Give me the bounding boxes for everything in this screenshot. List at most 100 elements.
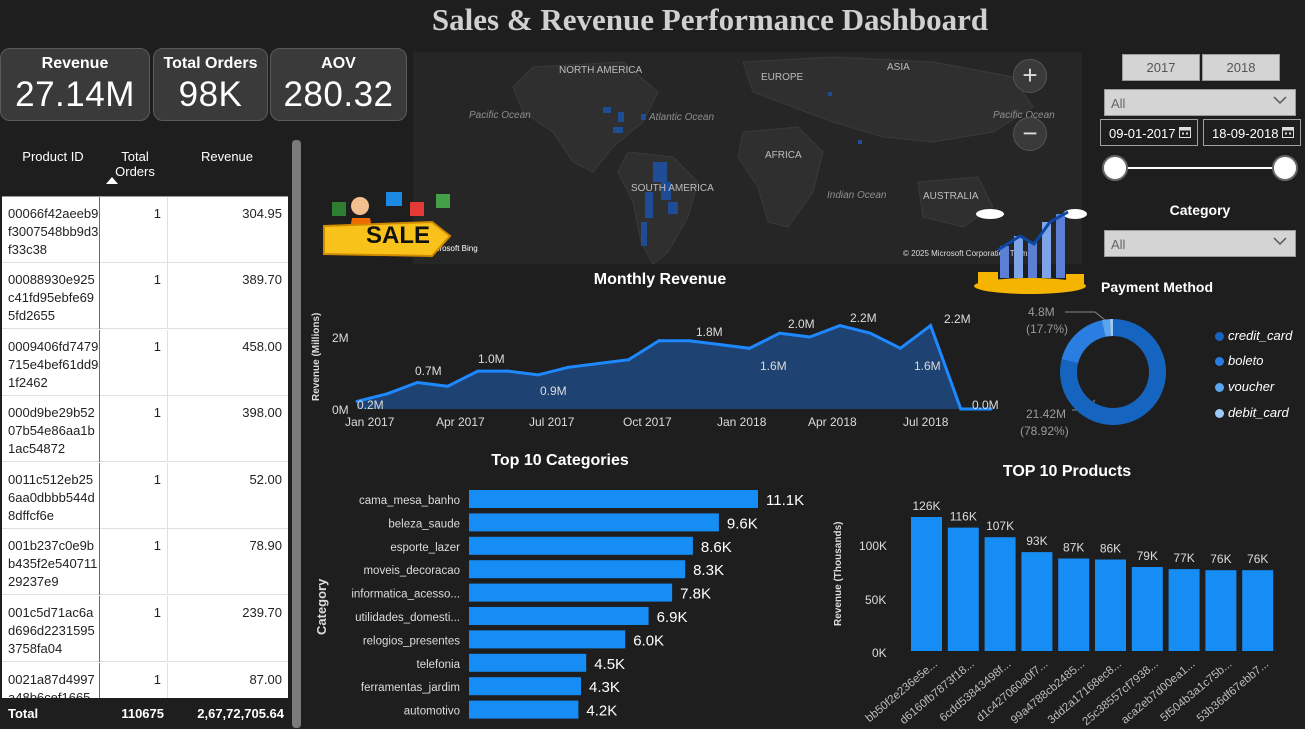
category-bar[interactable] — [469, 630, 626, 649]
map-zoom-in-button[interactable]: + — [1013, 59, 1047, 93]
table-row[interactable]: 001b237c0e9bb435f2e54071129237e9 1 78.90 — [2, 529, 288, 595]
category-label: moveis_decoracao — [363, 565, 460, 577]
monthly-data-point[interactable] — [868, 331, 872, 335]
monthly-data-point[interactable] — [446, 384, 450, 388]
table-row[interactable]: 00066f42aeeb9f3007548bb9d3f33c38 1 304.9… — [2, 197, 288, 263]
map-zoom-out-button[interactable]: − — [1013, 117, 1047, 151]
table-row[interactable]: 0011c512eb256aa0dbbb544d8dffcf6e 1 52.00 — [2, 463, 288, 529]
legend-boleto[interactable]: boleto — [1215, 353, 1263, 368]
monthly-data-point[interactable] — [898, 346, 902, 350]
category-bar[interactable] — [469, 677, 581, 696]
product-bar[interactable] — [1058, 558, 1090, 652]
sale-text: SALE — [366, 222, 431, 249]
category-bar[interactable] — [469, 700, 579, 719]
product-bar[interactable] — [984, 537, 1016, 651]
cell-product-id: 001c5d71ac6ad696d22315953758fa04 — [8, 605, 95, 656]
start-date-input[interactable]: 09-01-2017 — [1100, 119, 1198, 146]
calendar-icon[interactable] — [1282, 126, 1294, 138]
kpi-orders-card[interactable]: Total Orders 98K — [153, 48, 268, 121]
monthly-data-point[interactable] — [687, 339, 691, 343]
year-2017-button[interactable]: 2017 — [1122, 54, 1200, 81]
monthly-area-fill — [357, 325, 991, 409]
legend-credit-card[interactable]: credit_card — [1215, 328, 1292, 343]
product-bar[interactable] — [1242, 570, 1274, 651]
monthly-data-point[interactable] — [838, 324, 842, 328]
product-bar[interactable] — [1131, 567, 1163, 651]
product-value-label: 76K — [1210, 552, 1231, 566]
legend-debit-card[interactable]: debit_card — [1215, 405, 1289, 420]
product-bar[interactable] — [911, 517, 942, 651]
header-product-id[interactable]: Product ID — [8, 149, 98, 164]
monthly-data-point[interactable] — [717, 343, 721, 346]
table-row[interactable]: 0021a87d4997a48b6cef1665 1 87.00 — [2, 663, 288, 698]
monthly-data-point[interactable] — [536, 373, 540, 377]
table-row[interactable]: 00088930e925c41fd95ebfe695fd2655 1 389.7… — [2, 263, 288, 329]
product-value-label: 86K — [1100, 542, 1121, 556]
category-bar[interactable] — [469, 607, 649, 625]
monthly-data-point[interactable] — [476, 369, 480, 373]
monthly-data-point[interactable] — [506, 369, 510, 373]
monthly-data-point[interactable] — [385, 392, 389, 396]
donut-slice-boleto[interactable] — [1061, 320, 1106, 364]
category-bar[interactable] — [469, 653, 587, 672]
category-label: cama_mesa_banho — [359, 495, 460, 507]
monthly-revenue-chart[interactable]: Revenue (Millions) 2M 0M Jan 2017 Apr 20… — [305, 296, 1025, 436]
category-bar[interactable] — [469, 560, 686, 579]
category-label: utilidades_domesti... — [355, 612, 460, 624]
monthly-data-point[interactable] — [597, 362, 600, 365]
category-bar[interactable] — [469, 513, 719, 532]
table-row[interactable]: 001c5d71ac6ad696d22315953758fa04 1 239.7… — [2, 596, 288, 662]
payment-method-title: Payment Method — [1100, 279, 1213, 295]
product-bar[interactable] — [1205, 570, 1237, 651]
top-categories-chart[interactable]: Category cama_mesa_banho 11.1K beleza_saud… — [305, 480, 825, 725]
monthly-data-point[interactable] — [415, 381, 419, 384]
table-scrollbar-thumb[interactable] — [292, 140, 301, 728]
product-bar[interactable] — [947, 527, 979, 651]
header-total-orders[interactable]: Total Orders — [102, 149, 168, 179]
kpi-aov-card[interactable]: AOV 280.32 — [270, 48, 407, 121]
product-bar[interactable] — [1095, 559, 1126, 652]
table-row[interactable]: 0009406fd7479715e4bef61dd91f2462 1 458.0… — [2, 330, 288, 396]
product-table-header: Product ID Total Orders Revenue — [2, 140, 288, 196]
table-row[interactable]: 000d9be29b5207b54e86aa1b1ac54872 1 398.0… — [2, 396, 288, 462]
top-products-chart[interactable]: Revenue (Thousands) 0K 50K 100K 126Kbb50… — [828, 488, 1305, 729]
header-revenue[interactable]: Revenue — [170, 149, 284, 164]
date-range-start-handle[interactable] — [1102, 155, 1128, 181]
monthly-xtick: Jul 2017 — [529, 415, 575, 429]
monthly-data-point[interactable] — [627, 358, 631, 362]
payment-large-pct: (78.92%) — [1020, 424, 1069, 438]
monthly-data-point[interactable] — [657, 339, 661, 343]
product-bar[interactable] — [1021, 552, 1053, 651]
monthly-data-point[interactable] — [566, 365, 570, 369]
category-bar[interactable] — [469, 583, 673, 602]
monthly-data-point[interactable] — [929, 324, 933, 328]
start-date-value: 09-01-2017 — [1109, 126, 1176, 141]
chevron-down-icon — [1273, 237, 1287, 246]
month-dropdown[interactable]: All — [1104, 89, 1296, 116]
category-bar[interactable] — [469, 536, 693, 555]
category-label: informatica_acesso... — [351, 589, 460, 601]
calendar-icon[interactable] — [1179, 126, 1191, 138]
date-range-slider-track[interactable] — [1114, 167, 1286, 169]
monthly-data-point[interactable] — [748, 346, 751, 350]
cell-product-id: 0009406fd7479715e4bef61dd91f2462 — [8, 339, 99, 390]
sort-ascending-icon[interactable] — [106, 177, 118, 185]
date-range-end-handle[interactable] — [1272, 155, 1298, 181]
monthly-data-point[interactable] — [778, 331, 782, 335]
end-date-input[interactable]: 18-09-2018 — [1203, 119, 1301, 146]
product-value-label: 87K — [1063, 541, 1084, 555]
category-dropdown[interactable]: All — [1104, 230, 1296, 257]
category-bar[interactable] — [469, 490, 758, 508]
payment-donut-chart[interactable]: 4.8M (17.7%) 21.42M (78.92%) — [1010, 300, 1210, 440]
legend-voucher[interactable]: voucher — [1215, 379, 1274, 394]
monthly-data-label: 1.8M — [696, 325, 723, 339]
chevron-down-icon — [1273, 96, 1287, 105]
category-value-label: 4.3K — [589, 679, 620, 696]
year-2018-button[interactable]: 2018 — [1202, 54, 1280, 81]
cell-product-id: 0021a87d4997a48b6cef1665 — [8, 672, 95, 698]
product-table-body[interactable]: 00066f42aeeb9f3007548bb9d3f33c38 1 304.9… — [2, 196, 288, 698]
monthly-data-point[interactable] — [959, 407, 963, 411]
monthly-data-point[interactable] — [808, 335, 812, 339]
kpi-revenue-card[interactable]: Revenue 27.14M — [0, 48, 150, 121]
product-bar[interactable] — [1168, 569, 1200, 651]
